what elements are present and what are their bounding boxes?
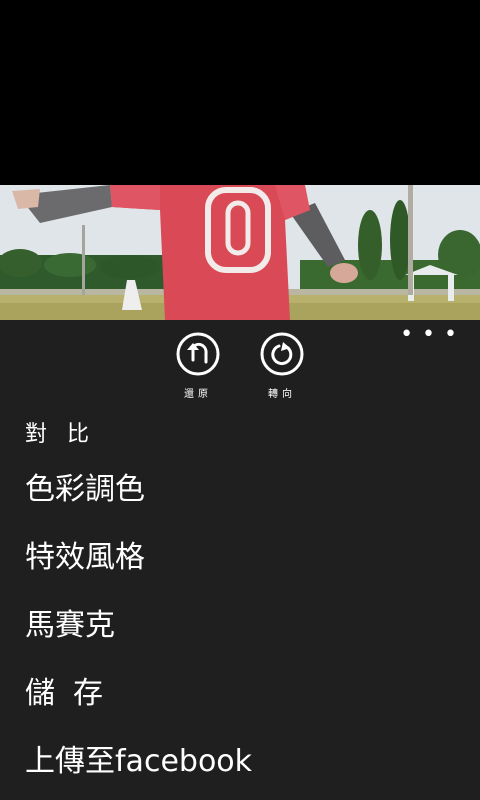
- photo-preview-area: [0, 0, 480, 320]
- edit-menu: 對比 色彩調色 特效風格 馬賽克 儲存 上傳至facebook: [25, 414, 252, 796]
- menu-item-save[interactable]: 儲存: [25, 660, 252, 728]
- menu-item-contrast[interactable]: 對比: [25, 414, 252, 456]
- more-options-button[interactable]: • • •: [400, 324, 458, 346]
- rotate-icon: [260, 332, 304, 376]
- menu-item-upload-facebook[interactable]: 上傳至facebook: [25, 728, 252, 796]
- photo-preview: [0, 185, 480, 320]
- rotate-label: 轉向: [268, 389, 296, 400]
- undo-button[interactable]: 還原: [168, 332, 228, 400]
- rotate-button[interactable]: 轉向: [252, 332, 312, 400]
- undo-icon: [176, 332, 220, 376]
- photo-image: [0, 185, 480, 320]
- more-icon: • • •: [400, 322, 458, 347]
- menu-item-effects[interactable]: 特效風格: [25, 524, 252, 592]
- undo-label: 還原: [184, 389, 212, 400]
- menu-item-mosaic[interactable]: 馬賽克: [25, 592, 252, 660]
- menu-item-color-adjust[interactable]: 色彩調色: [25, 456, 252, 524]
- app-bar: • • • 還原 轉向 對比 色彩調色 特效風格 馬賽克 儲存 上傳至faceb…: [0, 320, 480, 800]
